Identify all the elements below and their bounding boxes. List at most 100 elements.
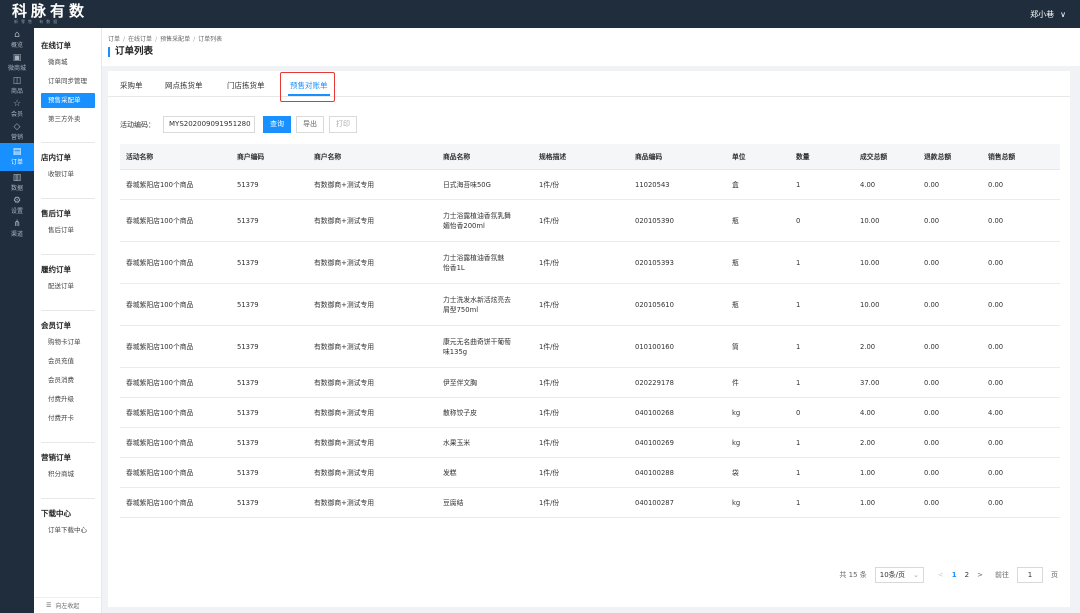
table-cell: 水果玉米 <box>443 438 471 447</box>
collapse-sidebar-button[interactable]: ☰ 向左收起 <box>34 597 102 613</box>
goto-page-input[interactable]: 1 <box>1017 567 1043 583</box>
brand-logo[interactable]: 科脉有数 新零售 有数据 <box>12 3 88 25</box>
table-cell: 0.00 <box>924 378 940 387</box>
activity-code-input[interactable]: MYS202009091951280 <box>163 116 255 133</box>
table-cell: 0.00 <box>924 180 940 189</box>
column-header: 退款总额 <box>924 152 952 161</box>
subnav-item[interactable]: 配送订单 <box>34 279 74 294</box>
table-cell: 0.00 <box>924 408 940 417</box>
table-cell: 1件/份 <box>539 438 560 447</box>
table-row[interactable]: 春城紫阳店100个商品 51379 有数御商+测试专用 豆腐结 1件/份 04010028… <box>120 488 1060 518</box>
rail-item[interactable]: ▣ 微商城 <box>0 51 34 74</box>
rail-item[interactable]: ◇ 营销 <box>0 120 34 143</box>
table-cell: 020105393 <box>635 258 674 267</box>
query-button[interactable]: 查询 <box>263 116 291 133</box>
export-button[interactable]: 导出 <box>296 116 324 133</box>
table-cell: 51379 <box>237 300 259 309</box>
table-cell: 1.00 <box>860 468 876 477</box>
subnav-item[interactable]: 付费开卡 <box>34 411 74 426</box>
rail-item-label: 渠道 <box>10 230 23 238</box>
rail-item[interactable]: ⋔ 渠道 <box>0 217 34 240</box>
table-row[interactable]: 春城紫阳店100个商品 51379 有数御商+测试专用 力士浴露植油香氛魅 怡香1L 1… <box>120 242 1060 284</box>
subnav-item[interactable]: 会员消费 <box>34 373 74 388</box>
table-cell: 10.00 <box>860 300 880 309</box>
table-cell: 日式海苔味50G <box>443 180 491 189</box>
print-button[interactable]: 打印 <box>329 116 357 133</box>
table-row[interactable]: 春城紫阳店100个商品 51379 有数御商+测试专用 力士浴露植油香氛乳舞 媚怡香2… <box>120 200 1060 242</box>
subnav-item[interactable]: 订单下载中心 <box>34 523 87 538</box>
page-header: 订单 / 在线订单 / 预售采配单 / 订单列表 订单列表 <box>102 28 1080 66</box>
table-cell: 0.00 <box>924 468 940 477</box>
table-cell: 0.00 <box>924 216 940 225</box>
total-count: 共 15 条 <box>839 571 867 579</box>
page-number[interactable]: 2 <box>965 571 969 579</box>
rail-item[interactable]: ⚙ 设置 <box>0 194 34 217</box>
tab-purchase[interactable]: 采购单 <box>120 80 143 91</box>
subnav-group-title: 下载中心 <box>41 509 71 518</box>
table-cell: 春城紫阳店100个商品 <box>126 300 194 309</box>
subnav-item[interactable]: 订单同步管理 <box>34 74 87 89</box>
subnav-item[interactable]: 会员充值 <box>34 354 74 369</box>
next-page-button[interactable]: > <box>977 571 983 579</box>
goto-label: 前往 <box>995 571 1009 579</box>
page-unit-label: 页 <box>1051 571 1058 579</box>
table-row[interactable]: 春城紫阳店100个商品 51379 有数御商+测试专用 力士洗发水新活炫亮去 屑型75… <box>120 284 1060 326</box>
table-cell: 1件/份 <box>539 258 560 267</box>
user-name: 郑小巷 <box>1030 9 1055 19</box>
table-cell: 010100160 <box>635 342 674 351</box>
subnav-item[interactable]: 预售采配单 <box>41 93 95 108</box>
table-cell: 1 <box>796 498 801 507</box>
subnav-item[interactable]: 付费升级 <box>34 392 74 407</box>
table-row[interactable]: 春城紫阳店100个商品 51379 有数御商+测试专用 散称饺子皮 1件/份 040100… <box>120 398 1060 428</box>
table-cell: 1 <box>796 438 801 447</box>
breadcrumb-item[interactable]: 预售采配单 <box>160 36 190 43</box>
rail-item[interactable]: ◫ 商品 <box>0 74 34 97</box>
table-row[interactable]: 春城紫阳店100个商品 51379 有数御商+测试专用 发糕 1件/份 040100288… <box>120 458 1060 488</box>
rail-item[interactable]: ▤ 订单 <box>0 143 34 171</box>
subnav-item[interactable]: 微商城 <box>34 55 68 70</box>
page-number[interactable]: 1 <box>952 571 957 579</box>
order-icon: ▤ <box>12 147 22 157</box>
table-cell: 0 <box>796 216 801 225</box>
subnav-item[interactable]: 收银订单 <box>34 167 74 182</box>
table-row[interactable]: 春城紫阳店100个商品 51379 有数御商+测试专用 康元无名曲奇饼干葡萄 味135… <box>120 326 1060 368</box>
prev-page-button[interactable]: < <box>938 571 944 579</box>
rail-item[interactable]: ☆ 会员 <box>0 97 34 120</box>
goods-icon: ◫ <box>12 75 22 86</box>
table-cell: 10.00 <box>860 258 880 267</box>
breadcrumb: 订单 / 在线订单 / 预售采配单 / 订单列表 <box>108 34 1074 43</box>
table-cell: 康元无名曲奇饼干葡萄 味135g <box>443 337 511 356</box>
user-menu[interactable]: 郑小巷 ∨ <box>1030 9 1066 20</box>
breadcrumb-item[interactable]: 订单 <box>108 36 120 43</box>
filter-bar: 活动编码： MYS202009091951280 查询 导出 打印 <box>120 116 357 133</box>
tab-store-picking[interactable]: 门店拣货单 <box>227 80 265 91</box>
subnav-divider <box>41 442 95 443</box>
rail-item-label: 数据 <box>10 184 23 192</box>
table-row[interactable]: 春城紫阳店100个商品 51379 有数御商+测试专用 日式海苔味50G 1件/份 110… <box>120 170 1060 200</box>
table-cell: 瓶 <box>732 258 739 267</box>
column-header: 成交总额 <box>860 152 888 161</box>
subnav-item[interactable]: 购物卡订单 <box>34 335 81 350</box>
column-header: 活动名称 <box>126 152 154 161</box>
highlight-box <box>280 72 335 102</box>
subnav-item[interactable]: 积分商城 <box>34 467 74 482</box>
subnav-group-title: 店内订单 <box>41 153 71 162</box>
table-cell: 春城紫阳店100个商品 <box>126 438 194 447</box>
table-cell: 1件/份 <box>539 408 560 417</box>
table-cell: 春城紫阳店100个商品 <box>126 468 194 477</box>
page-size-select[interactable]: 10条/页 ⌄ <box>874 567 924 583</box>
rail-item-label: 营销 <box>10 133 23 141</box>
table-cell: 020105390 <box>635 216 674 225</box>
table-row[interactable]: 春城紫阳店100个商品 51379 有数御商+测试专用 水果玉米 1件/份 0401002… <box>120 428 1060 458</box>
subnav-item[interactable]: 第三方外卖 <box>34 112 81 127</box>
breadcrumb-item[interactable]: 在线订单 <box>128 36 152 43</box>
table-cell: 0.00 <box>988 438 1004 447</box>
table-cell: 有数御商+测试专用 <box>314 378 375 387</box>
tab-outlet-picking[interactable]: 网点拣货单 <box>165 80 203 91</box>
subnav-item[interactable]: 售后订单 <box>34 223 74 238</box>
table-row[interactable]: 春城紫阳店100个商品 51379 有数御商+测试专用 伊至伴文胸 1件/份 020229… <box>120 368 1060 398</box>
column-header: 商户编码 <box>237 152 265 161</box>
table-cell: 0.00 <box>924 300 940 309</box>
rail-item[interactable]: ⌂ 概览 <box>0 28 34 51</box>
rail-item[interactable]: ▥ 数据 <box>0 171 34 194</box>
